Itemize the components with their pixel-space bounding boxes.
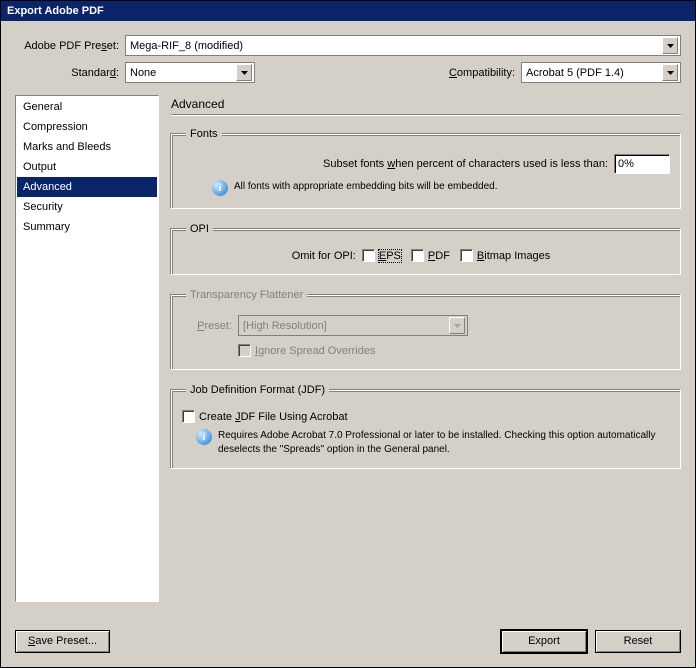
chevron-down-icon [662,64,678,81]
sidebar-item-output[interactable]: Output [17,157,157,177]
panel-title: Advanced [171,95,681,116]
flattener-preset-value: [High Resolution] [243,320,327,332]
main-panel: Advanced Fonts Subset fonts when percent… [171,95,681,620]
jdf-legend: Job Definition Format (JDF) [186,384,329,396]
flattener-preset-dropdown: [High Resolution] [238,315,468,336]
chevron-down-icon [449,317,465,334]
preset-dropdown[interactable]: Mega-RIF_8 (modified) [125,35,681,56]
fonts-legend: Fonts [186,128,222,140]
header-controls: Adobe PDF Preset: Mega-RIF_8 (modified) … [15,35,681,83]
standard-label: Standard: [15,67,125,79]
subset-percent-input[interactable] [614,154,670,174]
sidebar-item-advanced[interactable]: Advanced [17,177,157,197]
jdf-info-text: Requires Adobe Acrobat 7.0 Professional … [218,429,670,456]
fonts-info-text: All fonts with appropriate embedding bit… [234,180,498,194]
info-icon: i [212,180,228,196]
info-icon: i [196,429,212,445]
sidebar-item-security[interactable]: Security [17,197,157,217]
jdf-group: Job Definition Format (JDF) Create JDF F… [171,384,681,469]
compatibility-dropdown[interactable]: Acrobat 5 (PDF 1.4) [521,62,681,83]
sidebar-item-compression[interactable]: Compression [17,117,157,137]
export-button[interactable]: Export [501,630,587,653]
opi-eps-checkbox[interactable]: EPS [362,249,401,262]
create-jdf-checkbox[interactable]: Create JDF File Using Acrobat [182,410,348,423]
fonts-group: Fonts Subset fonts when percent of chara… [171,128,681,209]
dialog-content: Adobe PDF Preset: Mega-RIF_8 (modified) … [1,21,695,667]
subset-label: Subset fonts when percent of characters … [323,158,614,170]
compatibility-label: Compatibility: [449,67,521,79]
save-preset-button[interactable]: Save Preset... [15,630,110,653]
flattener-group: Transparency Flattener Preset: [High Res… [171,289,681,370]
standard-dropdown-value: None [130,67,156,79]
ignore-spread-overrides-checkbox: Ignore Spread Overrides [238,344,375,357]
flattener-legend: Transparency Flattener [186,289,307,301]
preset-label: Adobe PDF Preset: [15,40,125,52]
flattener-preset-label: Preset: [182,320,238,332]
chevron-down-icon [662,37,678,54]
preset-dropdown-value: Mega-RIF_8 (modified) [130,40,243,52]
button-row: Save Preset... Export Reset [15,620,681,653]
sidebar-item-marks-bleeds[interactable]: Marks and Bleeds [17,137,157,157]
title-bar: Export Adobe PDF [1,1,695,21]
standard-dropdown[interactable]: None [125,62,255,83]
opi-bitmap-checkbox[interactable]: Bitmap Images [460,249,550,262]
export-pdf-dialog: Export Adobe PDF Adobe PDF Preset: Mega-… [0,0,696,668]
sidebar-item-summary[interactable]: Summary [17,217,157,237]
category-sidebar: General Compression Marks and Bleeds Out… [15,95,159,602]
opi-legend: OPI [186,223,213,235]
opi-pdf-checkbox[interactable]: PDF [411,249,450,262]
compatibility-dropdown-value: Acrobat 5 (PDF 1.4) [526,67,624,79]
opi-label: Omit for OPI: [292,250,362,262]
opi-group: OPI Omit for OPI: EPS PDF Bitmap Images [171,223,681,275]
reset-button[interactable]: Reset [595,630,681,653]
chevron-down-icon [236,64,252,81]
sidebar-item-general[interactable]: General [17,97,157,117]
